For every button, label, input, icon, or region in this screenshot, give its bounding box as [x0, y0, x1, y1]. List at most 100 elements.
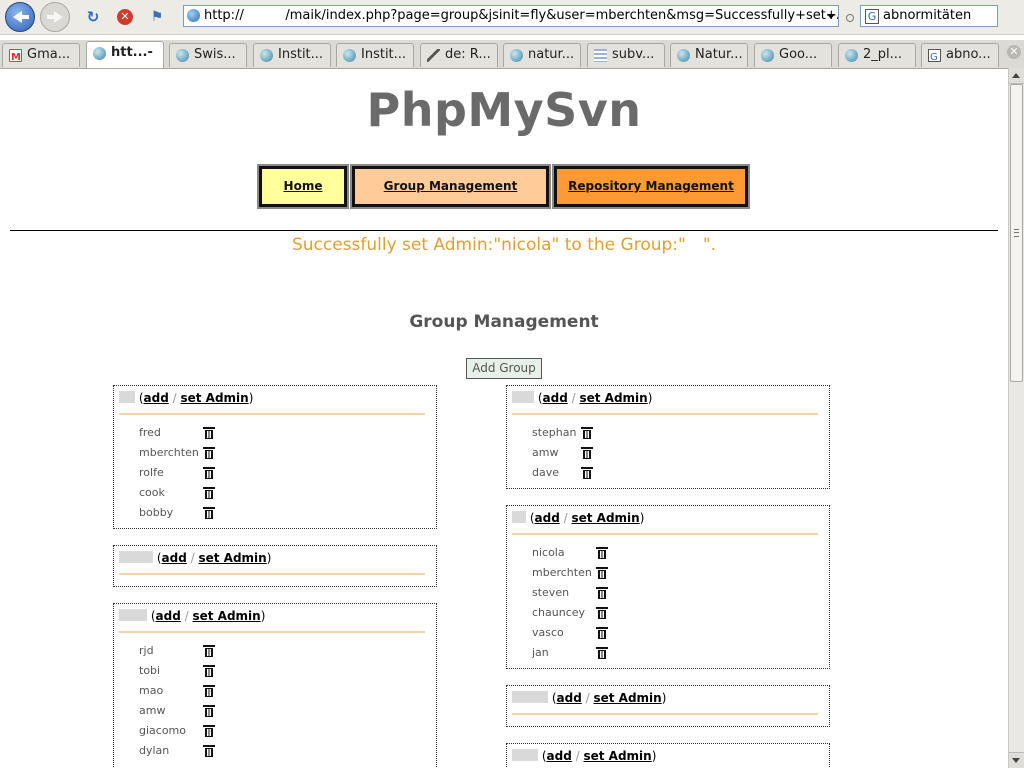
trash-icon[interactable] [581, 427, 593, 439]
forward-button[interactable] [40, 2, 70, 32]
trash-icon[interactable] [203, 645, 215, 657]
trash-icon[interactable] [203, 467, 215, 479]
tab-label: Natur... [695, 47, 743, 62]
add-member-link[interactable]: add [557, 691, 582, 705]
link-separator: / [172, 391, 177, 405]
member-name: nicola [532, 546, 565, 559]
member-name: fred [139, 426, 161, 439]
group-name-link[interactable] [119, 551, 153, 563]
vertical-scrollbar[interactable] [1008, 68, 1024, 768]
google-icon[interactable]: G [865, 9, 879, 24]
add-member-link[interactable]: add [144, 391, 169, 405]
back-button[interactable] [5, 2, 35, 32]
group-header: (add / set Admin) [119, 551, 271, 565]
globe-icon [761, 49, 774, 62]
trash-icon[interactable] [581, 447, 593, 459]
add-group-button[interactable]: Add Group [466, 358, 542, 379]
trash-icon[interactable] [203, 725, 215, 737]
trash-icon[interactable] [203, 665, 215, 677]
tab-label: abno... [946, 47, 991, 62]
group-box: (add / set Admin) [506, 685, 830, 727]
search-input[interactable]: G abnormitäten [860, 5, 998, 27]
browser-tab[interactable]: de: R... [420, 43, 498, 67]
browser-tab[interactable]: Instit... [336, 43, 414, 67]
set-admin-link[interactable]: set Admin [583, 749, 651, 763]
page-title: PhpMySvn [366, 83, 642, 137]
reload-icon[interactable]: ↻ [84, 8, 102, 26]
member-name: stephan [532, 426, 577, 439]
browser-tab[interactable]: Goo... [754, 43, 832, 67]
group-name-link[interactable] [119, 609, 147, 621]
trash-icon[interactable] [596, 607, 608, 619]
member-name: dave [532, 466, 560, 479]
member-name: amw [532, 446, 559, 459]
trash-icon[interactable] [596, 627, 608, 639]
group-box: (add / set Admin) rjd tobi mao amw giacomo dyl… [113, 603, 437, 768]
browser-tab[interactable]: Instit... [253, 43, 331, 67]
scrollbar-thumb[interactable] [1010, 84, 1023, 382]
address-bar[interactable]: http:// /maik/index.php?page=group&jsini… [183, 5, 839, 27]
scroll-up-icon[interactable] [1009, 68, 1024, 84]
set-admin-link[interactable]: set Admin [192, 609, 260, 623]
trash-icon[interactable] [596, 587, 608, 599]
set-admin-link[interactable]: set Admin [593, 691, 661, 705]
trash-icon[interactable] [203, 487, 215, 499]
link-separator: / [563, 511, 568, 525]
pencil-icon [427, 49, 440, 62]
stop-icon[interactable]: ✕ [117, 9, 133, 25]
nav-repository-management-button[interactable]: Repository Management [552, 164, 750, 209]
group-name-link[interactable] [119, 391, 135, 403]
close-tab-icon[interactable]: ✕ [1007, 45, 1021, 59]
group-name-link[interactable] [512, 391, 534, 403]
tab-label: Instit... [278, 47, 324, 62]
group-name-link[interactable] [512, 691, 548, 703]
trash-icon[interactable] [581, 467, 593, 479]
scroll-down-icon[interactable] [1009, 752, 1024, 768]
member-name: bobby [139, 506, 174, 519]
browser-tab[interactable]: Gma... [2, 43, 80, 67]
add-member-link[interactable]: add [543, 391, 568, 405]
globe-icon [845, 49, 858, 62]
trash-icon[interactable] [203, 447, 215, 459]
nav-group-management-button[interactable]: Group Management [350, 164, 551, 209]
set-admin-link[interactable]: set Admin [579, 391, 647, 405]
browser-tab[interactable]: Swis... [169, 43, 247, 67]
chevron-down-icon[interactable] [827, 14, 835, 19]
member-name: mberchten [139, 446, 199, 459]
member-name: tobi [139, 664, 161, 677]
trash-icon[interactable] [596, 647, 608, 659]
add-member-link[interactable]: add [535, 511, 560, 525]
browser-tab[interactable]: subv... [587, 43, 665, 67]
group-name-link[interactable] [512, 511, 526, 523]
set-admin-link[interactable]: set Admin [198, 551, 266, 565]
add-member-link[interactable]: add [162, 551, 187, 565]
browser-tab[interactable]: 2_pl... [838, 43, 916, 67]
trash-icon[interactable] [596, 547, 608, 559]
browser-tab[interactable]: Natur... [670, 43, 748, 67]
nav-home-button[interactable]: Home [257, 164, 349, 209]
group-box: (add / set Admin) [113, 545, 437, 587]
trash-icon[interactable] [203, 705, 215, 717]
add-member-link[interactable]: add [547, 749, 572, 763]
group-divider [512, 713, 818, 715]
browser-tab[interactable]: abno... [921, 43, 999, 67]
trash-icon[interactable] [596, 567, 608, 579]
globe-icon [176, 49, 189, 62]
group-box: (add / set Admin) fred mberchten rolfe cook b… [113, 385, 437, 529]
link-separator: / [585, 691, 590, 705]
trash-icon[interactable] [203, 507, 215, 519]
group-name-link[interactable] [512, 749, 538, 761]
browser-tab[interactable]: htt...- [86, 41, 164, 68]
link-separator: / [575, 749, 580, 763]
go-icon[interactable] [846, 14, 854, 22]
trash-icon[interactable] [203, 745, 215, 757]
set-admin-link[interactable]: set Admin [571, 511, 639, 525]
browser-tab[interactable]: natur... [503, 43, 581, 67]
set-admin-link[interactable]: set Admin [180, 391, 248, 405]
trash-icon[interactable] [203, 427, 215, 439]
document-icon [594, 49, 607, 62]
trash-icon[interactable] [203, 685, 215, 697]
member-name: rjd [139, 644, 154, 657]
add-member-link[interactable]: add [156, 609, 181, 623]
home-icon[interactable]: ⚑ [148, 8, 166, 26]
